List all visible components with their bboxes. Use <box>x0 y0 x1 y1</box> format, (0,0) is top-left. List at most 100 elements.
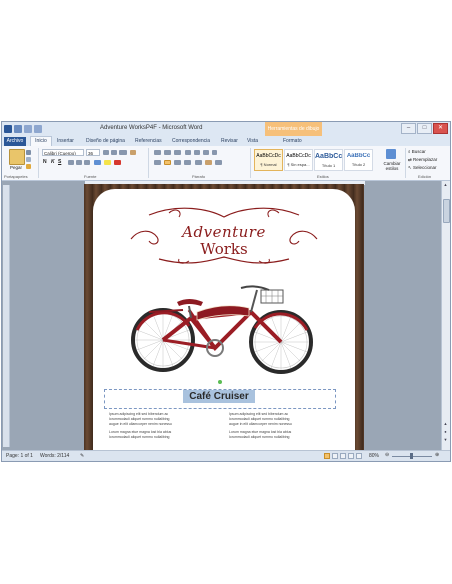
web-layout-view-button[interactable] <box>340 453 346 459</box>
shading-icon[interactable] <box>205 160 212 165</box>
italic-button[interactable]: K <box>51 159 55 165</box>
word-count[interactable]: Words: 2/114 <box>40 453 69 459</box>
numbering-icon[interactable] <box>164 150 171 155</box>
scroll-up-icon[interactable]: ▲ <box>443 182 448 187</box>
tab-view[interactable]: Vista <box>247 137 258 146</box>
underline-button[interactable]: S <box>58 159 61 165</box>
sort-icon[interactable] <box>203 150 209 155</box>
change-styles-button[interactable]: Cambiar estilos <box>380 161 404 171</box>
rotate-handle[interactable] <box>218 380 222 384</box>
cut-icon[interactable] <box>26 150 31 155</box>
format-painter-icon[interactable] <box>26 164 31 169</box>
zoom-level[interactable]: 80% <box>369 453 379 459</box>
outline-view-button[interactable] <box>348 453 354 459</box>
select-button[interactable]: ↖ Seleccionar <box>408 165 437 171</box>
save-icon[interactable] <box>14 125 22 133</box>
word-app-icon[interactable] <box>4 125 12 133</box>
font-size-select[interactable]: 36 <box>86 149 100 156</box>
minimize-button[interactable]: – <box>401 123 416 134</box>
show-marks-icon[interactable] <box>212 150 217 155</box>
increase-indent-icon[interactable] <box>194 150 200 155</box>
zoom-slider-thumb[interactable] <box>410 453 413 459</box>
style-heading-1[interactable]: AaBbCc Título 1 <box>314 149 343 171</box>
justify-icon[interactable] <box>184 160 191 165</box>
contextual-tab-drawing-tools[interactable]: Herramientas de dibujo <box>265 122 322 136</box>
zoom-out-icon[interactable]: ⊖ <box>385 452 389 458</box>
title-bar: Adventure WorksP4F - Microsoft Word Herr… <box>2 122 450 137</box>
draft-view-button[interactable] <box>356 453 362 459</box>
zoom-in-icon[interactable]: ⊕ <box>435 452 439 458</box>
bullets-icon[interactable] <box>154 150 161 155</box>
full-screen-view-button[interactable] <box>332 453 338 459</box>
tab-references[interactable]: Referencias <box>135 137 162 146</box>
copy-icon[interactable] <box>26 157 31 162</box>
style-sample: AaBbCcDc <box>286 153 311 159</box>
style-name: Título 1 <box>321 163 336 168</box>
next-page-icon[interactable]: ▼ <box>443 437 448 442</box>
paste-button-label[interactable]: Pegar <box>10 165 22 170</box>
bicycle-image[interactable] <box>131 282 317 374</box>
status-bar: Page: 1 of 1 Words: 2/114 ✎ 80% ⊖ ⊕ <box>2 450 450 461</box>
superscript-icon[interactable] <box>84 160 90 165</box>
page-count[interactable]: Page: 1 of 1 <box>6 453 33 459</box>
ribbon: Pegar Portapapeles Calibri (Cuerpo) 36 N… <box>2 146 450 181</box>
group-separator <box>405 148 406 178</box>
find-button[interactable]: ⌕ Buscar <box>408 149 426 154</box>
replace-button[interactable]: ⇄ Reemplazar <box>408 157 437 163</box>
subscript-icon[interactable] <box>76 160 82 165</box>
tab-insert[interactable]: Insertar <box>57 137 74 146</box>
redo-icon[interactable] <box>34 125 42 133</box>
style-heading-2[interactable]: AaBbCc Título 2 <box>344 149 373 171</box>
group-separator <box>148 148 149 178</box>
select-label: Seleccionar <box>413 165 437 170</box>
decrease-indent-icon[interactable] <box>185 150 191 155</box>
tab-review[interactable]: Revisar <box>221 137 238 146</box>
tab-file[interactable]: Archivo <box>4 137 26 146</box>
maximize-button[interactable]: □ <box>417 123 432 134</box>
undo-icon[interactable] <box>24 125 32 133</box>
grow-font-icon[interactable] <box>103 150 109 155</box>
style-sample: AaBbCc <box>346 153 371 159</box>
adventure-works-logo: Adventure Works <box>129 203 319 267</box>
window-title: Adventure WorksP4F - Microsoft Word <box>100 125 203 131</box>
scroll-thumb[interactable] <box>443 199 450 223</box>
group-label-styles: Estilos <box>317 174 329 179</box>
line-spacing-icon[interactable] <box>195 160 202 165</box>
tab-page-layout[interactable]: Diseño de página <box>86 137 125 146</box>
logo-text-line1: Adventure <box>182 223 266 241</box>
change-styles-icon[interactable] <box>386 149 396 159</box>
font-color-icon[interactable] <box>114 160 121 165</box>
clear-formatting-icon[interactable] <box>130 150 136 155</box>
font-name-select[interactable]: Calibri (Cuerpo) <box>42 149 84 156</box>
list-item: augue in elit ullamcorper nenim nonessu <box>109 422 172 426</box>
align-center-icon[interactable] <box>164 160 171 165</box>
browse-object-icon[interactable]: ● <box>443 429 448 434</box>
list-item: augue in elit ullamcorper nenim nonessu <box>229 422 292 426</box>
text-effects-icon[interactable] <box>94 160 101 165</box>
bold-button[interactable]: N <box>43 159 47 165</box>
tab-format[interactable]: Formato <box>283 137 302 146</box>
group-separator <box>38 148 39 178</box>
strikethrough-icon[interactable] <box>68 160 74 165</box>
style-no-spacing[interactable]: AaBbCcDc ¶ Sin espa... <box>284 149 313 171</box>
align-left-icon[interactable] <box>154 160 161 165</box>
borders-icon[interactable] <box>215 160 222 165</box>
logo-text-line2: Works <box>200 240 248 258</box>
highlight-icon[interactable] <box>104 160 111 165</box>
previous-page-icon[interactable]: ▲ <box>443 421 448 426</box>
group-separator <box>250 148 251 178</box>
print-layout-view-button[interactable] <box>324 453 330 459</box>
style-normal[interactable]: AaBbCcDc ¶ Normal <box>254 149 283 171</box>
vertical-scrollbar[interactable]: ▲ ▲ ● ▼ <box>441 181 450 450</box>
caption-text[interactable]: Café Cruiser <box>183 390 255 403</box>
style-name: ¶ Normal <box>260 162 277 167</box>
paste-icon[interactable] <box>9 149 25 165</box>
tab-mailings[interactable]: Correspondencia <box>172 137 210 146</box>
shrink-font-icon[interactable] <box>111 150 117 155</box>
close-button[interactable]: ✕ <box>433 123 448 134</box>
multilevel-list-icon[interactable] <box>174 150 181 155</box>
document-page[interactable]: Adventure Works Café Cruiser Ipsum adipi… <box>84 184 364 450</box>
align-right-icon[interactable] <box>174 160 181 165</box>
change-case-icon[interactable] <box>119 150 127 155</box>
proofing-icon[interactable]: ✎ <box>80 453 84 459</box>
